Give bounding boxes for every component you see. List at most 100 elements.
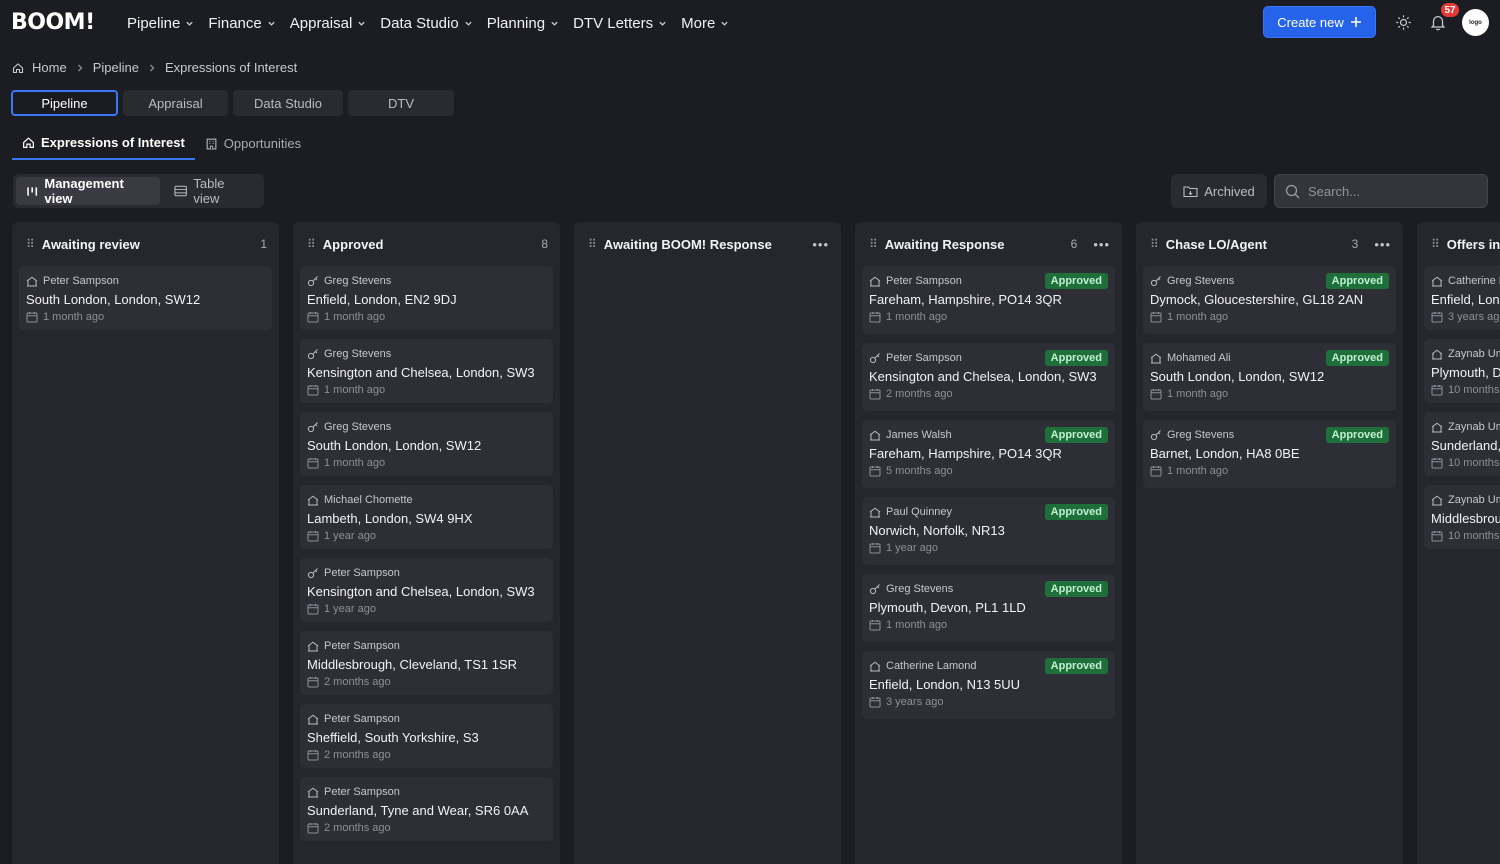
tab-pipeline[interactable]: Pipeline [11, 90, 118, 116]
pipeline-card[interactable]: Peter Sampson South London, London, SW12 1… [19, 266, 272, 330]
breadcrumb-pipeline[interactable]: Pipeline [93, 60, 139, 75]
nav-item-finance[interactable]: Finance [208, 15, 275, 32]
pipeline-card[interactable]: Paul Quinney Approved Norwich, Norfolk, NR… [862, 497, 1115, 565]
calendar-icon [869, 312, 881, 323]
search-icon [1285, 184, 1300, 198]
calendar-icon [1431, 385, 1443, 396]
card-header: Greg Stevens [307, 419, 546, 435]
chevron-down-icon [358, 21, 365, 26]
user-avatar[interactable]: logo [1462, 9, 1489, 36]
archived-button[interactable]: Archived [1171, 174, 1267, 208]
column-header[interactable]: ⠿ Awaiting BOOM! Response ••• [574, 222, 841, 266]
pipeline-card[interactable]: Mohamed Ali Approved South London, London,… [1143, 343, 1396, 411]
drag-handle-icon[interactable]: ⠿ [588, 237, 597, 251]
key-icon [307, 422, 318, 433]
owner-name: Peter Sampson [886, 352, 962, 364]
notification-count-badge: 57 [1441, 3, 1459, 17]
calendar-icon [307, 312, 319, 323]
card-owner: Catherine Lamond [869, 660, 977, 672]
tab-appraisal[interactable]: Appraisal [123, 90, 228, 116]
create-new-button[interactable]: Create new [1263, 6, 1376, 38]
search-input[interactable]: Search... [1274, 174, 1488, 208]
pipeline-card[interactable]: Peter Sampson Sunderland, Tyne and Wear, … [300, 777, 553, 841]
nav-item-data-studio[interactable]: Data Studio [380, 15, 472, 32]
pipeline-card[interactable]: Greg Stevens South London, London, SW12 1 … [300, 412, 553, 476]
boom-logo[interactable]: BOOM! [11, 10, 95, 35]
nav-item-planning[interactable]: Planning [487, 15, 559, 32]
chevron-right-icon [77, 64, 83, 71]
status-badge: Approved [1044, 273, 1108, 289]
card-header: Peter Sampson Approved [869, 350, 1108, 366]
status-badge: Approved [1044, 581, 1108, 597]
pipeline-card[interactable]: James Walsh Approved Fareham, Hampshire, P… [862, 420, 1115, 488]
pipeline-card[interactable]: Peter Sampson Kensington and Chelsea, Lon… [300, 558, 553, 622]
pipeline-card[interactable]: Zaynab Um Plymouth, De 10 months [1424, 339, 1500, 403]
card-address: Plymouth, De [1431, 365, 1500, 380]
table-icon [174, 185, 187, 197]
column-header[interactable]: ⠿ Awaiting Response 6 ••• [855, 222, 1122, 266]
drag-handle-icon[interactable]: ⠿ [869, 237, 878, 251]
view-toggle: Management view Table view [13, 174, 264, 208]
tab-dtv[interactable]: DTV [348, 90, 454, 116]
column-header[interactable]: ⠿ Chase LO/Agent 3 ••• [1136, 222, 1403, 266]
column-header[interactable]: ⠿ Awaiting review 1 [12, 222, 279, 266]
tab-opportunities[interactable]: Opportunities [195, 134, 311, 160]
pipeline-card[interactable]: Catherine L Enfield, Lond 3 years ago [1424, 266, 1500, 330]
date-text: 1 year ago [324, 530, 376, 542]
pipeline-card[interactable]: Greg Stevens Approved Plymouth, Devon, PL1… [862, 574, 1115, 642]
nav-item-appraisal[interactable]: Appraisal [290, 15, 367, 32]
pipeline-card[interactable]: Peter Sampson Middlesbrough, Cleveland, T… [300, 631, 553, 695]
pipeline-card[interactable]: Greg Stevens Enfield, London, EN2 9DJ 1 mo… [300, 266, 553, 330]
owner-name: Greg Stevens [324, 421, 392, 433]
nav-item-pipeline[interactable]: Pipeline [127, 15, 194, 32]
pipeline-card[interactable]: Catherine Lamond Approved Enfield, London,… [862, 651, 1115, 719]
column-header[interactable]: ⠿ Approved 8 [293, 222, 560, 266]
card-header: Peter Sampson [307, 784, 546, 800]
pipeline-card[interactable]: Zaynab Um Sunderland, 10 months [1424, 412, 1500, 476]
owner-name: Peter Sampson [324, 640, 400, 652]
management-view-button[interactable]: Management view [16, 176, 161, 206]
status-badge: Approved [1044, 427, 1108, 443]
date-text: 1 month ago [324, 311, 386, 323]
owner-name: Greg Stevens [1167, 275, 1235, 287]
column-title: Awaiting review [41, 236, 140, 252]
column-menu-icon[interactable]: ••• [1093, 237, 1110, 252]
card-owner: Peter Sampson [869, 352, 962, 364]
drag-handle-icon[interactable]: ⠿ [307, 237, 316, 251]
pipeline-card[interactable]: Peter Sampson Approved Fareham, Hampshire,… [862, 266, 1115, 334]
pipeline-card[interactable]: Zaynab Um Middlesbrou 10 months [1424, 485, 1500, 549]
pipeline-card[interactable]: Greg Stevens Approved Barnet, London, HA8 … [1143, 420, 1396, 488]
date-text: 1 month ago [324, 457, 386, 469]
column-count: 8 [541, 237, 548, 251]
pipeline-card[interactable]: Greg Stevens Kensington and Chelsea, Lond… [300, 339, 553, 403]
column-title: Offers in [1446, 236, 1500, 252]
column-header[interactable]: ⠿ Offers in [1417, 222, 1500, 266]
chevron-down-icon [659, 21, 666, 26]
kanban-board: ⠿ Awaiting review 1 Peter Sampson South Lond… [12, 222, 1500, 864]
column-menu-icon[interactable]: ••• [812, 237, 829, 252]
drag-handle-icon[interactable]: ⠿ [26, 237, 35, 251]
tab-expressions-of-interest[interactable]: Expressions of Interest [12, 134, 195, 160]
drag-handle-icon[interactable]: ⠿ [1150, 237, 1159, 251]
nav-item-dtv-letters[interactable]: DTV Letters [573, 15, 667, 32]
pipeline-card[interactable]: Peter Sampson Approved Kensington and Chel… [862, 343, 1115, 411]
card-owner: Greg Stevens [869, 583, 953, 595]
owner-name: Greg Stevens [886, 583, 954, 595]
pipeline-card[interactable]: Peter Sampson Sheffield, South Yorkshire,… [300, 704, 553, 768]
column-menu-icon[interactable]: ••• [1374, 237, 1391, 252]
drag-handle-icon[interactable]: ⠿ [1431, 237, 1440, 251]
owner-name: Michael Chomette [324, 494, 413, 506]
tab-data-studio[interactable]: Data Studio [233, 90, 343, 116]
calendar-icon [307, 531, 319, 542]
theme-toggle-sun-icon[interactable] [1393, 12, 1413, 32]
nav-item-more[interactable]: More [681, 15, 729, 32]
card-header: Peter Sampson [26, 273, 265, 289]
date-text: 1 month ago [1167, 388, 1229, 400]
breadcrumb-home[interactable]: Home [32, 60, 67, 75]
nav-label: Data Studio [380, 14, 459, 32]
table-view-button[interactable]: Table view [164, 176, 261, 206]
pipeline-card[interactable]: Greg Stevens Approved Dymock, Gloucestersh… [1143, 266, 1396, 334]
pipeline-card[interactable]: Michael Chomette Lambeth, London, SW4 9HX… [300, 485, 553, 549]
card-date: 1 year ago [307, 603, 546, 615]
card-owner: Michael Chomette [307, 494, 413, 506]
